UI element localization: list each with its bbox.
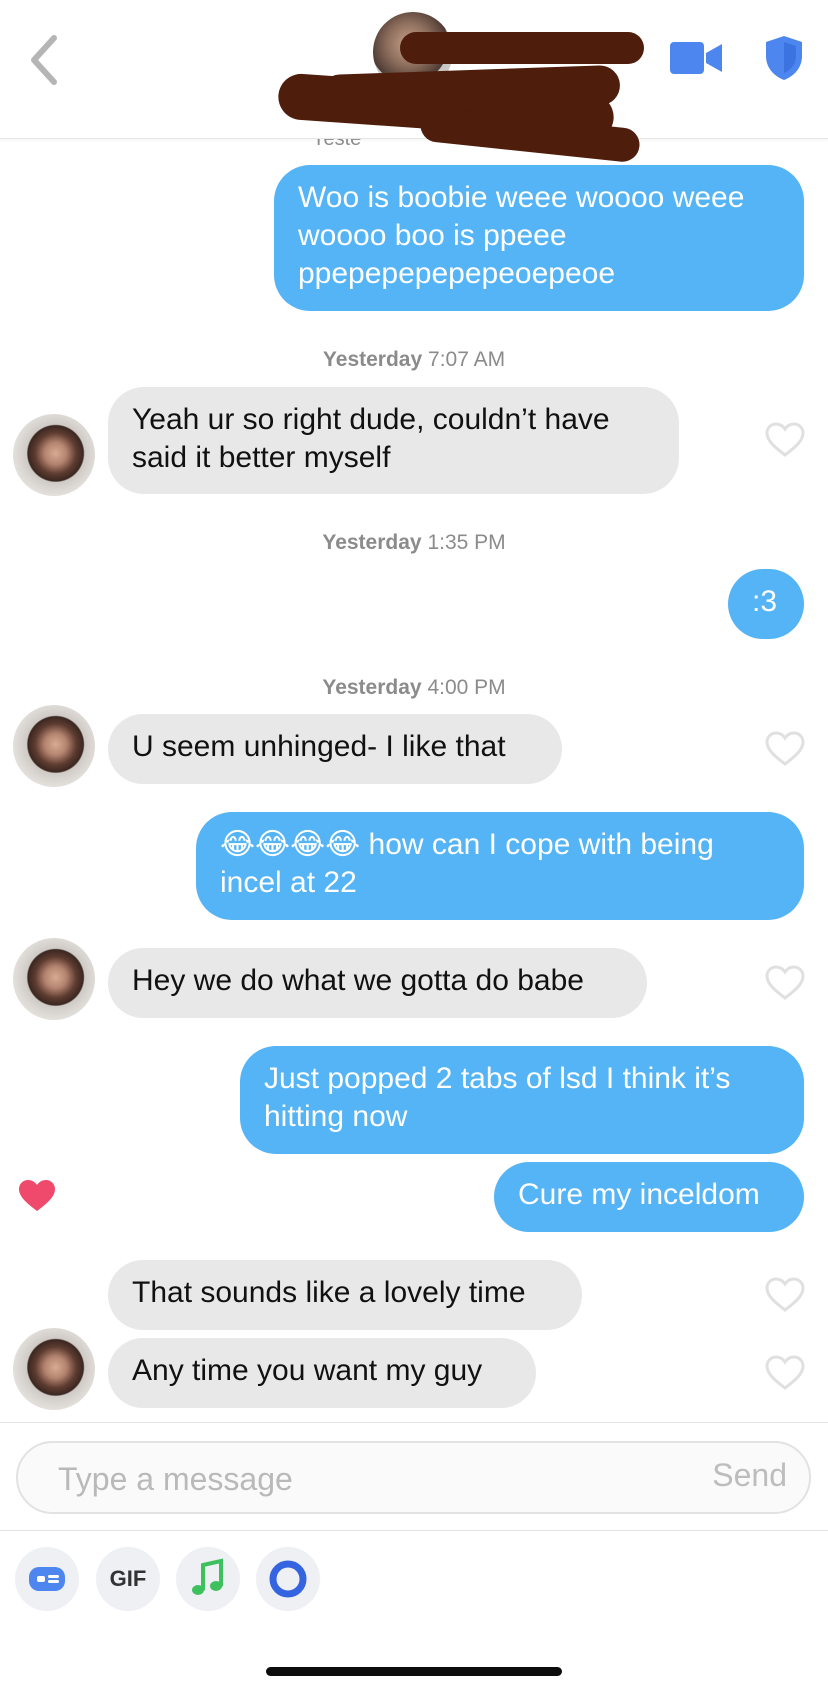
laughing-emoji: 😂😂😂😂 [220,828,361,861]
contact-card-icon [29,1567,65,1591]
like-heart-icon[interactable] [765,1355,805,1391]
outgoing-message[interactable]: 😂😂😂😂 how can I cope with being incel at … [196,812,804,920]
divider [0,1530,828,1531]
redaction-mark [400,32,644,64]
music-button[interactable] [176,1547,240,1611]
outgoing-message[interactable]: :3 [728,569,804,639]
liked-heart-icon[interactable] [17,1178,57,1214]
contact-card-button[interactable] [15,1547,79,1611]
message-input[interactable] [56,1453,660,1505]
back-button[interactable] [22,30,66,90]
shield-icon [766,36,802,80]
like-heart-icon[interactable] [765,731,805,767]
video-call-button[interactable] [668,38,724,78]
outgoing-message[interactable]: Just popped 2 tabs of lsd I think it’s h… [240,1046,804,1154]
like-heart-icon[interactable] [765,422,805,458]
match-avatar[interactable] [13,705,95,787]
timestamp: Yesterday 4:00 PM [322,676,506,699]
match-avatar[interactable] [13,1328,95,1410]
match-avatar[interactable] [13,414,95,496]
divider [0,1422,828,1423]
message-composer: Send [16,1441,811,1514]
incoming-message[interactable]: Yeah ur so right dude, couldn’t have sai… [108,387,679,494]
home-indicator [266,1667,562,1676]
music-note-icon [192,1558,223,1595]
incoming-message[interactable]: That sounds like a lovely time [108,1260,582,1330]
outgoing-message[interactable]: Cure my inceldom [494,1162,804,1232]
like-heart-icon[interactable] [765,1277,805,1313]
chevron-left-icon [31,35,57,85]
like-heart-icon[interactable] [765,965,805,1001]
incoming-message[interactable]: Hey we do what we gotta do babe [108,948,647,1018]
timestamp: Yesterday 1:35 PM [322,531,506,554]
loop-icon [269,1560,307,1598]
timestamp: Yesterday 7:07 AM [322,348,506,371]
video-camera-icon [670,42,722,74]
safety-button[interactable] [763,34,805,82]
send-button[interactable]: Send [712,1457,787,1494]
incoming-message[interactable]: Any time you want my guy [108,1338,536,1408]
outgoing-message[interactable]: Woo is boobie weee woooo weee woooo boo … [274,165,804,311]
gif-label: GIF [109,1566,147,1591]
gif-button[interactable]: GIF [96,1547,160,1611]
chat-header [0,0,828,164]
match-avatar[interactable] [13,938,95,1020]
incoming-message[interactable]: U seem unhinged- I like that [108,714,562,784]
loop-button[interactable] [256,1547,320,1611]
